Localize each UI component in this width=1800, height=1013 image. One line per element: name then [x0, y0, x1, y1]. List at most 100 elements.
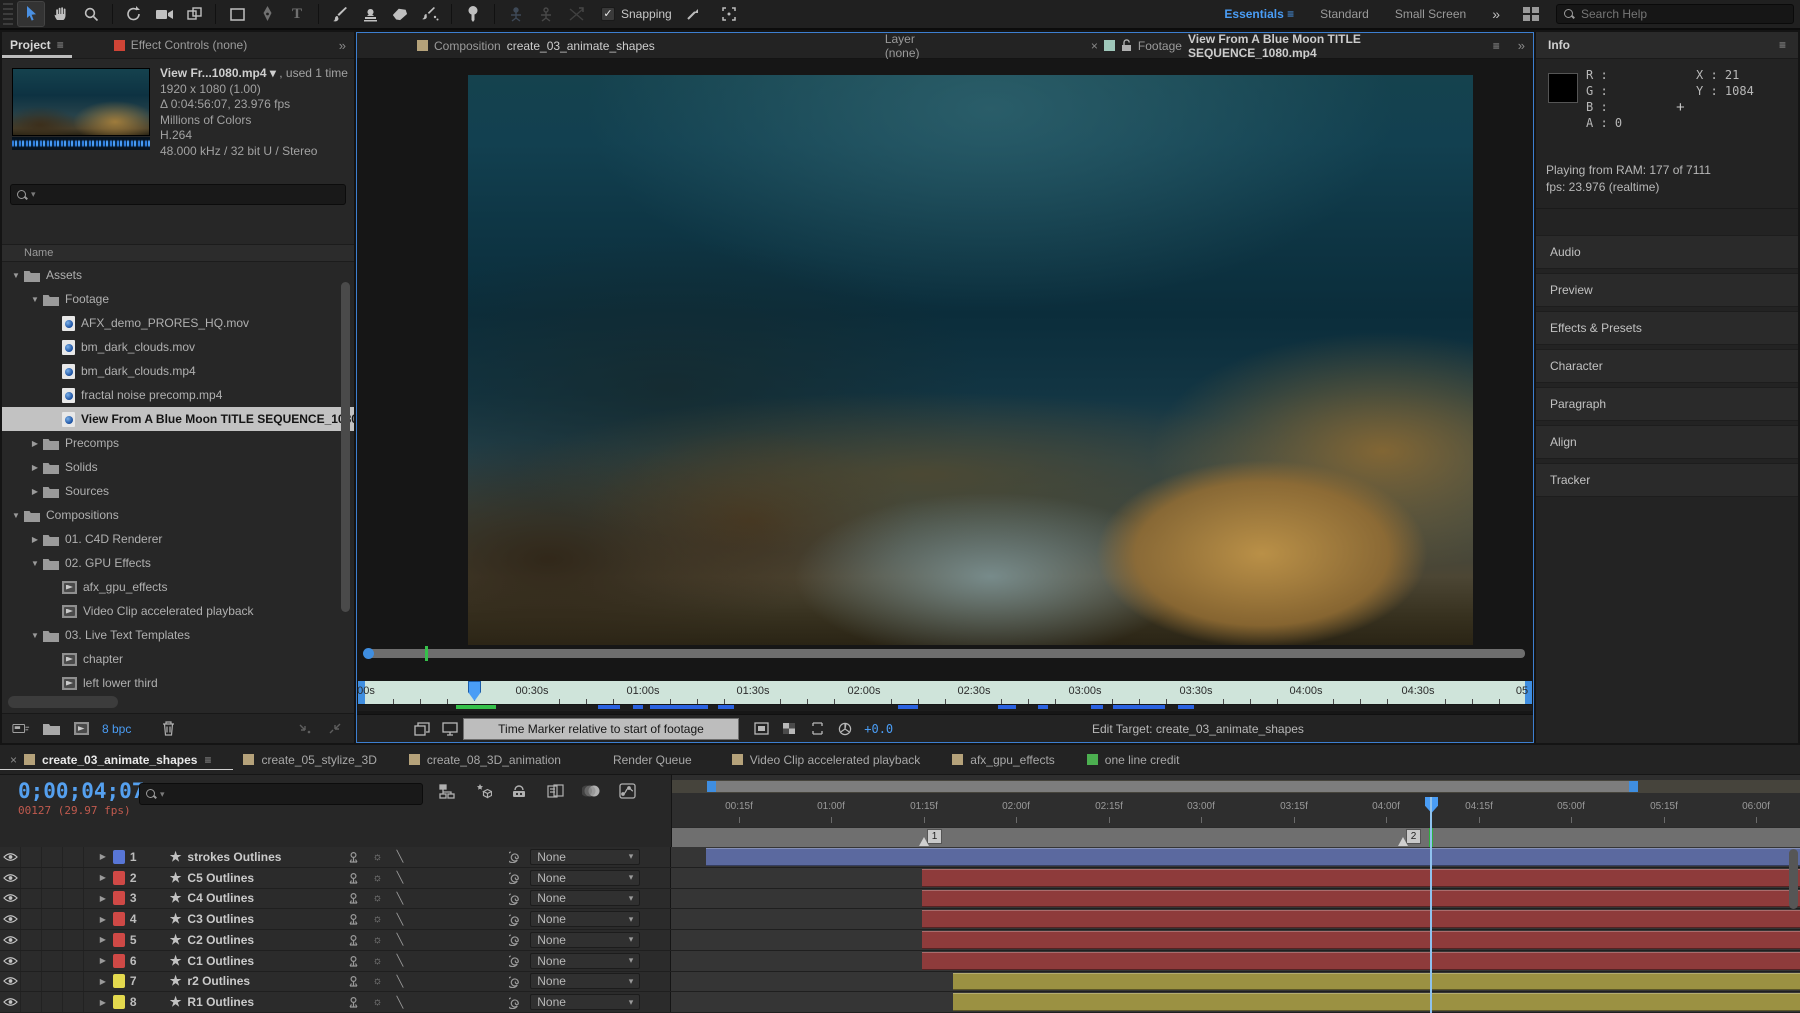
twirl-icon[interactable]: ▼: [10, 271, 22, 280]
layer-name[interactable]: ★C3 Outlines: [170, 911, 340, 927]
new-folder-icon[interactable]: [42, 721, 60, 737]
parent-pick-whip-icon[interactable]: [509, 954, 522, 967]
solo-toggle[interactable]: [42, 889, 63, 909]
video-visibility-toggle[interactable]: [0, 951, 21, 971]
layer-track[interactable]: [671, 992, 1800, 1012]
help-search-input[interactable]: [1581, 7, 1787, 21]
twirl-icon[interactable]: ▶: [29, 463, 41, 472]
eraser-tool-icon[interactable]: [387, 2, 413, 26]
tree-item-solids[interactable]: ▶Solids: [2, 455, 354, 479]
camera-tool-icon[interactable]: [151, 2, 177, 26]
layer-expand-icon[interactable]: ▶: [97, 873, 109, 882]
project-vertical-scrollbar[interactable]: [341, 282, 350, 612]
parent-pick-whip-icon[interactable]: [509, 913, 522, 926]
layer-name[interactable]: ★C1 Outlines: [170, 953, 340, 969]
layer-name[interactable]: ★strokes Outlines: [170, 849, 340, 865]
hand-tool-icon[interactable]: [48, 2, 74, 26]
pen-tool-icon[interactable]: [254, 2, 280, 26]
timeline-search-input[interactable]: ▾: [139, 783, 423, 805]
layer-track[interactable]: [671, 847, 1800, 867]
workspace-essentials[interactable]: Essentials ≡: [1224, 7, 1294, 21]
layer-row-7[interactable]: ▶7★r2 Outlines☼╲None▾: [0, 972, 1800, 993]
tree-item-footage[interactable]: ▼Footage: [2, 287, 354, 311]
project-search-input[interactable]: ▾: [10, 184, 346, 205]
layer-expand-icon[interactable]: ▶: [97, 998, 109, 1007]
footage-playhead[interactable]: [468, 681, 481, 701]
tree-item-sources[interactable]: ▶Sources: [2, 479, 354, 503]
snapping-checkbox[interactable]: ✓: [601, 7, 615, 21]
tree-item-chapter[interactable]: chapter: [2, 647, 354, 671]
layer-track[interactable]: [671, 951, 1800, 971]
tab-menu-icon[interactable]: ≡: [204, 753, 211, 767]
scrollbar-left-cap[interactable]: [707, 781, 716, 792]
puppet-pin-tool-icon[interactable]: [460, 2, 486, 26]
layer-label-color[interactable]: [113, 850, 125, 864]
pixel-aspect-icon[interactable]: [808, 721, 826, 737]
lock-toggle[interactable]: [63, 972, 84, 992]
parent-dropdown[interactable]: None▾: [530, 932, 640, 948]
composition-mini-flowchart-icon[interactable]: [438, 783, 456, 799]
footage-time-ruler[interactable]: 00s00:30s01:00s01:30s02:00s02:30s03:00s0…: [358, 681, 1532, 704]
parent-dropdown[interactable]: None▾: [530, 870, 640, 886]
audio-toggle[interactable]: [21, 847, 42, 867]
timeline-tab-video-clip-accelerated-playback[interactable]: Video Clip accelerated playback: [722, 745, 943, 774]
zoom-tool-icon[interactable]: [78, 2, 104, 26]
solo-toggle[interactable]: [42, 909, 63, 929]
parent-dropdown[interactable]: None▾: [530, 973, 640, 989]
layer-duration-bar[interactable]: [953, 993, 1800, 1011]
layer-row-3[interactable]: ▶3★C4 Outlines☼╲None▾: [0, 889, 1800, 910]
tab-footage[interactable]: × Footage View From A Blue Moon TITLE SE…: [1081, 33, 1510, 58]
tree-item-left-lower-third[interactable]: left lower third: [2, 671, 354, 691]
video-visibility-toggle[interactable]: [0, 972, 21, 992]
layer-name[interactable]: ★C2 Outlines: [170, 932, 340, 948]
tab-composition[interactable]: Composition create_03_animate_shapes: [407, 33, 665, 58]
tab-layer[interactable]: Layer (none): [875, 33, 961, 58]
layer-duration-bar[interactable]: [922, 931, 1800, 949]
timeline-tab-create-08-3d-animation[interactable]: create_08_3D_animation: [399, 745, 583, 774]
panel-header-tracker[interactable]: Tracker: [1536, 463, 1798, 497]
tree-item-02-gpu-effects[interactable]: ▼02. GPU Effects: [2, 551, 354, 575]
current-time-display[interactable]: 0;00;04;07: [18, 779, 144, 803]
layer-switches[interactable]: ☼╲: [340, 892, 510, 905]
roto-brush-tool-icon[interactable]: [417, 2, 443, 26]
transparency-grid-icon[interactable]: [780, 721, 798, 737]
layer-row-4[interactable]: ▶4★C3 Outlines☼╲None▾: [0, 909, 1800, 930]
frame-blend-icon[interactable]: [546, 783, 564, 799]
layer-row-2[interactable]: ▶2★C5 Outlines☼╲None▾: [0, 868, 1800, 889]
navigator-handle[interactable]: [363, 648, 374, 659]
snap-edges-icon[interactable]: [680, 2, 706, 26]
timeline-tab-render-queue[interactable]: Render Queue: [583, 745, 722, 774]
layer-expand-icon[interactable]: ▶: [97, 935, 109, 944]
layer-track[interactable]: [671, 889, 1800, 909]
tree-item-bm-dark-clouds-mp4[interactable]: bm_dark_clouds.mp4: [2, 359, 354, 383]
parent-dropdown[interactable]: None▾: [530, 849, 640, 865]
comp-marker-1[interactable]: 1: [927, 829, 942, 844]
audio-toggle[interactable]: [21, 951, 42, 971]
motion-blur-icon[interactable]: [582, 783, 600, 799]
pan-behind-tool-icon[interactable]: [181, 2, 207, 26]
timeline-tab-create-03-animate-shapes[interactable]: ×create_03_animate_shapes≡: [0, 745, 233, 774]
parent-pick-whip-icon[interactable]: [509, 996, 522, 1009]
layer-name[interactable]: ★R1 Outlines: [170, 994, 340, 1010]
layer-row-8[interactable]: ▶8★R1 Outlines☼╲None▾: [0, 992, 1800, 1013]
unlock-icon[interactable]: [1121, 39, 1132, 52]
shy-layers-icon[interactable]: [510, 783, 528, 799]
tree-item-video-clip-accelerated-playbac[interactable]: Video Clip accelerated playback: [2, 599, 354, 623]
timeline-vertical-scrollbar[interactable]: [1789, 849, 1798, 909]
parent-pick-whip-icon[interactable]: [509, 892, 522, 905]
twirl-icon[interactable]: ▼: [29, 559, 41, 568]
axis-mode-world-icon[interactable]: [533, 2, 559, 26]
layer-track[interactable]: [671, 909, 1800, 929]
lock-toggle[interactable]: [63, 930, 84, 950]
clone-stamp-tool-icon[interactable]: [357, 2, 383, 26]
layer-duration-bar[interactable]: [922, 869, 1800, 887]
layer-label-color[interactable]: [113, 954, 125, 968]
video-visibility-toggle[interactable]: [0, 909, 21, 929]
tree-item-fractal-noise-precomp-mp4[interactable]: fractal noise precomp.mp4: [2, 383, 354, 407]
panel-overflow-icon[interactable]: »: [331, 38, 354, 53]
panel-header-paragraph[interactable]: Paragraph: [1536, 387, 1798, 421]
draft-3d-icon[interactable]: [474, 783, 492, 799]
info-panel-menu-icon[interactable]: ≡: [1779, 38, 1786, 52]
tree-item-assets[interactable]: ▼Assets: [2, 263, 354, 287]
tab-effect-controls[interactable]: Effect Controls (none): [106, 32, 256, 58]
